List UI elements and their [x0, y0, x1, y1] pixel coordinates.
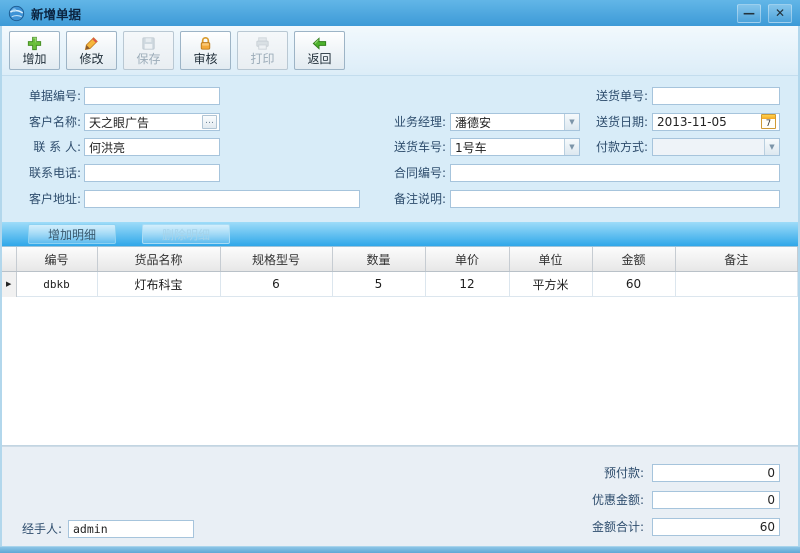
- delete-detail-button: 删除明细: [142, 224, 230, 244]
- audit-button-label: 审核: [193, 53, 217, 66]
- minimize-button[interactable]: —: [737, 4, 761, 23]
- payment-combo[interactable]: [652, 138, 780, 156]
- cell-amount[interactable]: 60: [592, 272, 675, 297]
- cell-spec[interactable]: 6: [220, 272, 332, 297]
- doc-no-input[interactable]: [84, 87, 220, 105]
- cell-unit[interactable]: 平方米: [509, 272, 592, 297]
- add-button[interactable]: 增加: [9, 31, 60, 70]
- back-arrow-icon: [311, 35, 328, 52]
- grid-header-unit[interactable]: 单位: [509, 247, 592, 272]
- row-marker-icon: ▶: [2, 272, 16, 297]
- window-border-left: [0, 26, 2, 553]
- grid-header-remark[interactable]: 备注: [675, 247, 798, 272]
- grid-header-price[interactable]: 单价: [425, 247, 509, 272]
- total-amount-label: 金额合计:: [540, 518, 644, 536]
- modify-button-label: 修改: [79, 53, 103, 66]
- detail-grid: 编号 货品名称 规格型号 数量 单价 单位 金额 备注 ▶ dbkb 灯布科宝 …: [2, 246, 798, 446]
- manager-combo[interactable]: [450, 113, 580, 131]
- new-document-window: 新增单据 — ✕ 增加 修改: [0, 0, 800, 553]
- discount-input[interactable]: [652, 491, 780, 509]
- detail-toolbar: 增加明细 删除明细: [2, 222, 798, 246]
- phone-label: 联系电话:: [8, 164, 81, 182]
- customer-input[interactable]: [84, 113, 220, 131]
- floppy-disk-icon: [140, 35, 157, 52]
- discount-label: 优惠金额:: [540, 491, 644, 509]
- handler-input[interactable]: [68, 520, 194, 538]
- cell-qty[interactable]: 5: [332, 272, 425, 297]
- audit-button[interactable]: 审核: [180, 31, 231, 70]
- plus-icon: [26, 35, 43, 52]
- remark-label: 备注说明:: [374, 190, 446, 208]
- lock-icon: [197, 35, 214, 52]
- table-row[interactable]: ▶ dbkb 灯布科宝 6 5 12 平方米 60: [2, 272, 798, 297]
- doc-no-label: 单据编号:: [8, 87, 81, 105]
- calendar-day: 7: [762, 119, 775, 129]
- cell-price[interactable]: 12: [425, 272, 509, 297]
- window-border-bottom: [0, 546, 800, 553]
- vehicle-combo[interactable]: [450, 138, 580, 156]
- contact-input[interactable]: [84, 138, 220, 156]
- prepaid-input[interactable]: [652, 464, 780, 482]
- delivery-date-label: 送货日期:: [576, 113, 648, 131]
- save-button: 保存: [123, 31, 174, 70]
- handler-label: 经手人:: [8, 520, 62, 538]
- contact-label: 联 系 人:: [8, 138, 81, 156]
- print-button-label: 打印: [250, 53, 274, 66]
- add-detail-button[interactable]: 增加明细: [28, 224, 116, 244]
- contract-no-input[interactable]: [450, 164, 780, 182]
- close-button[interactable]: ✕: [768, 4, 792, 23]
- address-label: 客户地址:: [8, 190, 81, 208]
- calendar-icon[interactable]: 7: [761, 114, 776, 129]
- manager-label: 业务经理:: [374, 113, 446, 131]
- remark-input[interactable]: [450, 190, 780, 208]
- back-button-label: 返回: [307, 53, 331, 66]
- grid-header-qty[interactable]: 数量: [332, 247, 425, 272]
- page-title: 新增单据: [31, 4, 81, 23]
- payment-label: 付款方式:: [576, 138, 648, 156]
- contract-no-label: 合同编号:: [374, 164, 446, 182]
- cell-code[interactable]: dbkb: [16, 272, 97, 297]
- vehicle-label: 送货车号:: [374, 138, 446, 156]
- add-button-label: 增加: [22, 53, 46, 66]
- prepaid-label: 预付款:: [540, 464, 644, 482]
- cell-name[interactable]: 灯布科宝: [97, 272, 220, 297]
- back-button[interactable]: 返回: [294, 31, 345, 70]
- delivery-no-input[interactable]: [652, 87, 780, 105]
- address-input[interactable]: [84, 190, 360, 208]
- customer-label: 客户名称:: [8, 113, 81, 131]
- modify-button[interactable]: 修改: [66, 31, 117, 70]
- total-amount-input[interactable]: [652, 518, 780, 536]
- grid-header-amount[interactable]: 金额: [592, 247, 675, 272]
- phone-input[interactable]: [84, 164, 220, 182]
- cell-remark[interactable]: [675, 272, 798, 297]
- save-button-label: 保存: [136, 53, 160, 66]
- grid-header-name[interactable]: 货品名称: [97, 247, 220, 272]
- globe-icon: [8, 5, 25, 22]
- pencil-icon: [83, 35, 100, 52]
- titlebar: 新增单据 — ✕: [0, 0, 800, 26]
- printer-icon: [254, 35, 271, 52]
- payment-chevron-down-icon[interactable]: ▼: [764, 139, 779, 155]
- customer-lookup-button[interactable]: …: [202, 115, 217, 129]
- grid-header-code[interactable]: 编号: [16, 247, 97, 272]
- delivery-no-label: 送货单号:: [576, 87, 648, 105]
- grid-header-row: 编号 货品名称 规格型号 数量 单价 单位 金额 备注: [2, 247, 798, 272]
- grid-header-spec[interactable]: 规格型号: [220, 247, 332, 272]
- grid-header-marker: [2, 247, 16, 272]
- print-button: 打印: [237, 31, 288, 70]
- main-toolbar: 增加 修改 保存 审核: [2, 26, 798, 76]
